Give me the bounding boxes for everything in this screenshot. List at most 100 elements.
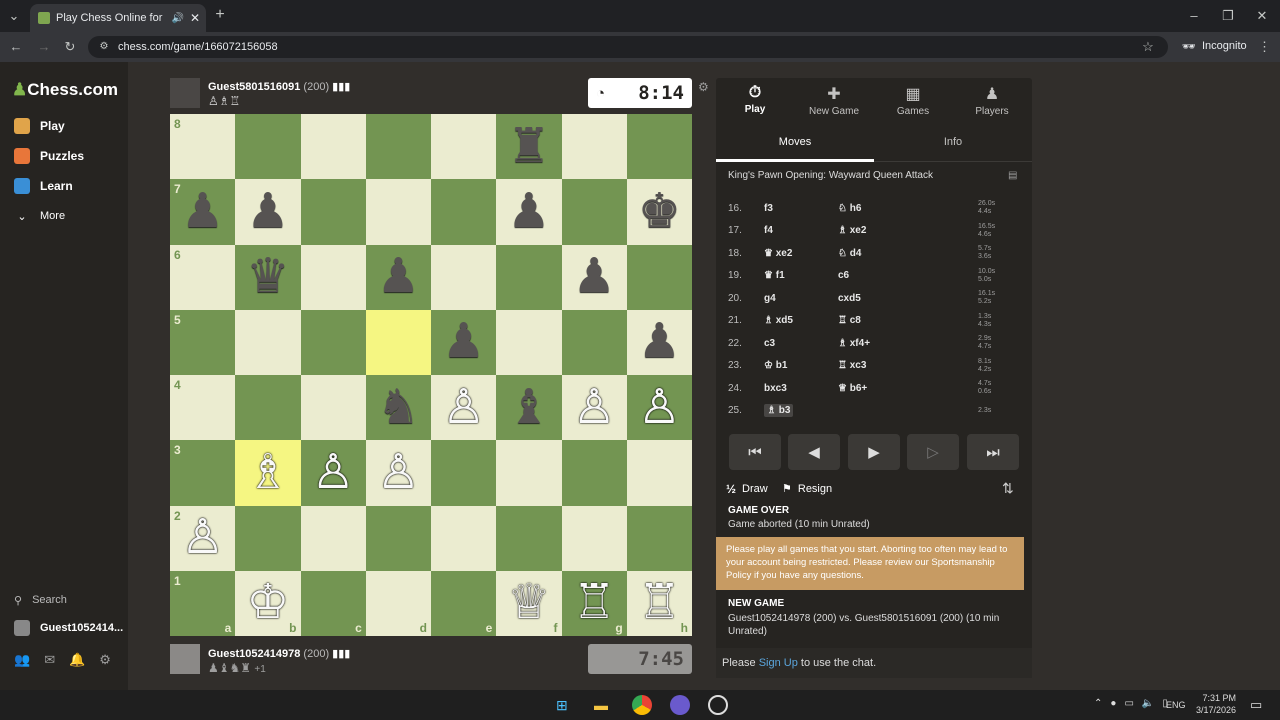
black-piece-f8[interactable]: ♜ (507, 122, 550, 171)
white-move[interactable]: ♗ b3 (764, 404, 794, 417)
square-a1[interactable]: 1a (170, 570, 236, 636)
board-settings-gear-icon[interactable]: ⚙ (698, 80, 709, 94)
white-move[interactable]: f3 (764, 203, 838, 214)
black-piece-b7[interactable]: ♟ (246, 187, 289, 236)
square-g8[interactable] (561, 114, 627, 180)
chrome-icon[interactable] (632, 695, 652, 715)
square-e1[interactable]: e (431, 570, 497, 636)
square-f2[interactable] (496, 505, 562, 571)
tab-list-icon[interactable]: ⌄ (6, 8, 22, 24)
black-move[interactable]: ♘ h6 (838, 203, 912, 214)
opening-book-icon[interactable]: ▤ (1008, 170, 1017, 181)
black-move[interactable]: ♕ b6+ (838, 383, 912, 394)
square-c5[interactable] (300, 309, 366, 375)
square-c2[interactable] (300, 505, 366, 571)
square-a7[interactable]: 7 ♟ (170, 179, 236, 245)
site-info-icon[interactable]: ⚙ (98, 39, 110, 55)
square-b1[interactable]: b ♔ (235, 570, 301, 636)
next-move-button[interactable]: ▷ (907, 434, 959, 470)
top-player-name[interactable]: Guest5801516091 (208, 81, 300, 93)
square-e4[interactable]: ♙ (431, 375, 497, 441)
white-move[interactable]: ♛ xe2 (764, 248, 838, 259)
square-c8[interactable] (300, 114, 366, 180)
play-moves-button[interactable]: ▶ (848, 434, 900, 470)
mic-icon[interactable]: ● (1110, 698, 1116, 709)
square-f7[interactable]: ♟ (496, 179, 562, 245)
tab-play[interactable]: ⏱ Play (720, 84, 790, 115)
square-b7[interactable]: ♟ (235, 179, 301, 245)
back-icon[interactable]: ← (8, 39, 24, 55)
square-h2[interactable] (626, 505, 692, 571)
black-move[interactable]: ♘ d4 (838, 248, 912, 259)
square-c1[interactable]: c (300, 570, 366, 636)
draw-button[interactable]: ½ Draw (726, 482, 768, 496)
white-move[interactable]: g4 (764, 293, 838, 304)
sidebar-item-learn[interactable]: Learn (14, 174, 73, 198)
square-b2[interactable] (235, 505, 301, 571)
incognito-indicator[interactable]: 🕶 Incognito (1182, 40, 1247, 53)
file-explorer-icon[interactable]: ▬ (594, 697, 608, 713)
app2-icon[interactable] (708, 695, 728, 715)
browser-tab[interactable]: Play Chess Online for FREE 🔊 ✕ (30, 4, 206, 32)
settings-gear-icon[interactable]: ⚙ (99, 652, 111, 668)
friends-icon[interactable]: 👥 (14, 652, 30, 668)
bookmark-star-icon[interactable]: ☆ (1140, 39, 1156, 55)
square-f5[interactable] (496, 309, 562, 375)
white-piece-e4[interactable]: ♙ (442, 383, 485, 432)
square-e3[interactable] (431, 440, 497, 506)
white-move[interactable]: f4 (764, 225, 838, 236)
square-h1[interactable]: h ♖ (626, 570, 692, 636)
bottom-player-avatar[interactable] (170, 644, 200, 674)
browser-menu-icon[interactable]: ⋮ (1258, 39, 1271, 55)
white-piece-h4[interactable]: ♙ (638, 383, 681, 432)
black-piece-a7[interactable]: ♟ (181, 187, 224, 236)
square-h4[interactable]: ♙ (626, 375, 692, 441)
sidebar-item-play[interactable]: Play (14, 114, 65, 138)
prev-move-button[interactable]: ◀ (788, 434, 840, 470)
white-move[interactable]: ♗ xd5 (764, 315, 838, 326)
volume-icon[interactable]: 🔈 (1142, 698, 1154, 709)
sidebar-search[interactable]: ⚲ Search (14, 588, 67, 612)
black-piece-f4[interactable]: ♝ (507, 383, 550, 432)
white-move[interactable]: ♛ f1 (764, 270, 838, 281)
flip-board-icon[interactable]: ⇅ (1002, 480, 1014, 497)
bottom-player-name[interactable]: Guest1052414978 (208, 648, 300, 660)
square-g4[interactable]: ♙ (561, 375, 627, 441)
white-piece-c3[interactable]: ♙ (312, 448, 355, 497)
square-f8[interactable]: ♜ (496, 114, 562, 180)
square-f4[interactable]: ♝ (496, 375, 562, 441)
square-h6[interactable] (626, 244, 692, 310)
last-move-button[interactable]: ⏭ (967, 434, 1019, 470)
app-icon[interactable] (670, 695, 690, 715)
square-a2[interactable]: 2 ♙ (170, 505, 236, 571)
black-piece-h5[interactable]: ♟ (638, 318, 681, 366)
square-e5[interactable]: ♟ (431, 309, 497, 375)
tab-games[interactable]: ▦ Games (878, 84, 948, 117)
white-piece-d3[interactable]: ♙ (377, 448, 420, 497)
chess-board[interactable]: 8 ♜ 7 ♟ ♟ ♟ ♚ 6 ♛ ♟ ♟ 5 ♟ ♟ 4 ♞ ♙ ♝ ♙ ♙ 3 ♗ ♙ ♙ 2 ♙ 1 a b ♔ c d e f ♕ g ♖ h ♖ (170, 114, 692, 636)
white-piece-f1[interactable]: ♕ (507, 579, 550, 627)
windows-start-icon[interactable]: ⊞ (556, 697, 568, 714)
messages-icon[interactable]: ✉ (44, 652, 55, 668)
white-move[interactable]: c3 (764, 338, 838, 349)
tray-chevron-icon[interactable]: ⌃ (1094, 698, 1102, 709)
black-piece-b6[interactable]: ♛ (246, 253, 289, 301)
square-f3[interactable] (496, 440, 562, 506)
square-b5[interactable] (235, 309, 301, 375)
square-c3[interactable]: ♙ (300, 440, 366, 506)
square-g7[interactable] (561, 179, 627, 245)
black-piece-h7[interactable]: ♚ (638, 187, 681, 236)
square-b3[interactable]: ♗ (235, 440, 301, 506)
black-move[interactable]: c6 (838, 270, 912, 281)
square-g6[interactable]: ♟ (561, 244, 627, 310)
notification-center-icon[interactable]: ▭ (1250, 697, 1262, 713)
black-piece-f7[interactable]: ♟ (507, 187, 550, 236)
square-e2[interactable] (431, 505, 497, 571)
square-a4[interactable]: 4 (170, 375, 236, 441)
black-move[interactable]: ♗ xf4+ (838, 338, 912, 349)
square-f6[interactable] (496, 244, 562, 310)
opening-name[interactable]: King's Pawn Opening: Wayward Queen Attac… (728, 170, 933, 181)
square-d4[interactable]: ♞ (365, 375, 431, 441)
notifications-icon[interactable]: 🔔 (69, 652, 85, 668)
black-move[interactable]: cxd5 (838, 293, 912, 304)
